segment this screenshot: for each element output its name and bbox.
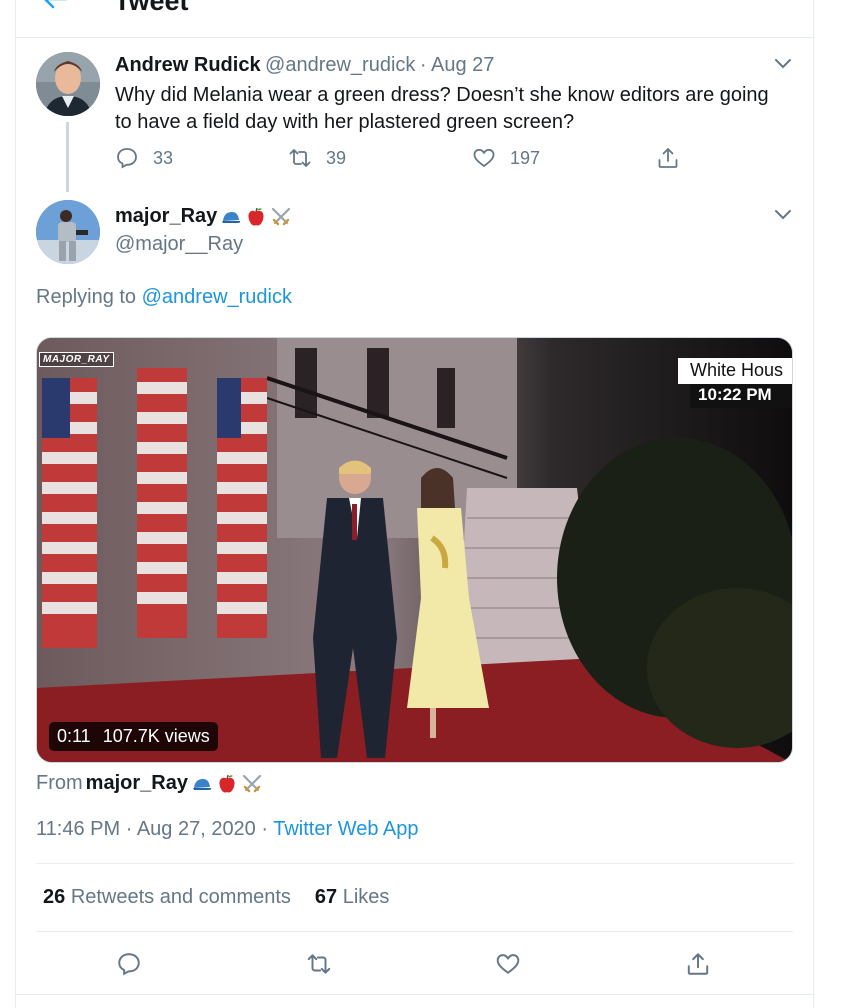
author-name: major_Ray — [115, 205, 218, 227]
parent-tweet-header: Andrew Rudick @andrew_rudick · Aug 27 — [115, 54, 494, 77]
crossed-swords-emoji — [272, 207, 291, 225]
tweet-column: Tweet Andrew Rudick @andrew_rudick · Aug… — [15, 0, 814, 1008]
video-stats: 0:11 107.7K views — [49, 722, 218, 751]
page-header: Tweet — [16, 0, 813, 38]
tweet-source-link[interactable]: Twitter Web App — [273, 818, 418, 840]
video-frame — [37, 338, 792, 762]
retweets-label: Retweets and comments — [70, 886, 291, 908]
share-icon — [658, 148, 678, 168]
video-player[interactable]: MAJOR_RAY White Hous 10:22 PM 0:11 107.7… — [36, 337, 793, 763]
tweet-meta: 11:46 PM · Aug 27, 2020 · Twitter Web Ap… — [36, 818, 419, 841]
replying-handle-link[interactable]: @andrew_rudick — [142, 286, 292, 308]
chevron-down-icon[interactable] — [774, 209, 792, 221]
like-count: 197 — [510, 147, 541, 168]
apple-emoji — [219, 774, 235, 793]
retweet-button[interactable]: 39 — [288, 146, 346, 170]
lower-third-title: White Hous — [678, 358, 792, 384]
replying-prefix: Replying to — [36, 286, 137, 308]
author-handle[interactable]: @andrew_rudick — [265, 54, 415, 76]
reply-icon — [117, 148, 137, 169]
reply-button[interactable]: 33 — [115, 146, 173, 170]
retweet-icon — [289, 149, 311, 167]
blue-cap-emoji — [192, 778, 212, 790]
divider — [16, 994, 813, 995]
video-duration: 0:11 — [57, 726, 91, 746]
divider — [36, 931, 793, 932]
replying-to: Replying to @andrew_rudick — [36, 286, 292, 309]
avatar[interactable] — [36, 200, 100, 264]
reply-author-name[interactable]: major_Ray — [115, 205, 292, 228]
arrow-left-icon[interactable] — [42, 0, 68, 10]
heart-icon — [473, 148, 495, 168]
tweet-text: Why did Melania wear a green dress? Does… — [115, 84, 769, 133]
retweet-icon[interactable] — [306, 951, 332, 977]
reply-icon[interactable] — [116, 951, 142, 977]
author-name[interactable]: Andrew Rudick — [115, 54, 261, 76]
share-icon[interactable] — [685, 951, 711, 977]
separator: · — [261, 818, 269, 840]
lower-third-time: 10:22 PM — [690, 384, 792, 408]
from-name[interactable]: major_Ray — [86, 772, 188, 795]
divider — [36, 863, 793, 864]
avatar[interactable] — [36, 52, 100, 116]
separator: · — [125, 818, 133, 840]
likes-stat[interactable]: 67 Likes — [315, 886, 390, 908]
chevron-down-icon[interactable] — [774, 58, 792, 70]
retweets-count: 26 — [43, 886, 66, 908]
video-attribution: From major_Ray — [36, 772, 263, 795]
heart-icon[interactable] — [495, 951, 521, 977]
author-handle[interactable]: @major__Ray — [115, 233, 243, 256]
tweet-date[interactable]: Aug 27 — [431, 54, 494, 76]
separator: · — [419, 54, 427, 76]
tweet-time[interactable]: 11:46 PM — [36, 818, 120, 840]
tweet-date[interactable]: Aug 27, 2020 — [137, 818, 256, 840]
share-button[interactable] — [656, 146, 680, 170]
apple-emoji — [248, 207, 264, 226]
thread-line — [66, 122, 69, 192]
crossed-swords-emoji — [242, 774, 262, 792]
likes-label: Likes — [342, 886, 390, 908]
like-button[interactable]: 197 — [472, 146, 540, 170]
retweets-stat[interactable]: 26 Retweets and comments — [43, 886, 291, 908]
retweet-count: 39 — [326, 147, 347, 168]
engagement-stats: 26 Retweets and comments 67 Likes — [43, 886, 389, 909]
video-views: 107.7K views — [102, 726, 210, 746]
from-prefix: From — [36, 772, 83, 794]
blue-cap-emoji — [222, 211, 241, 223]
likes-count: 67 — [314, 886, 338, 908]
page-title: Tweet — [114, 0, 189, 16]
video-watermark: MAJOR_RAY — [39, 352, 114, 367]
reply-count: 33 — [153, 147, 174, 168]
